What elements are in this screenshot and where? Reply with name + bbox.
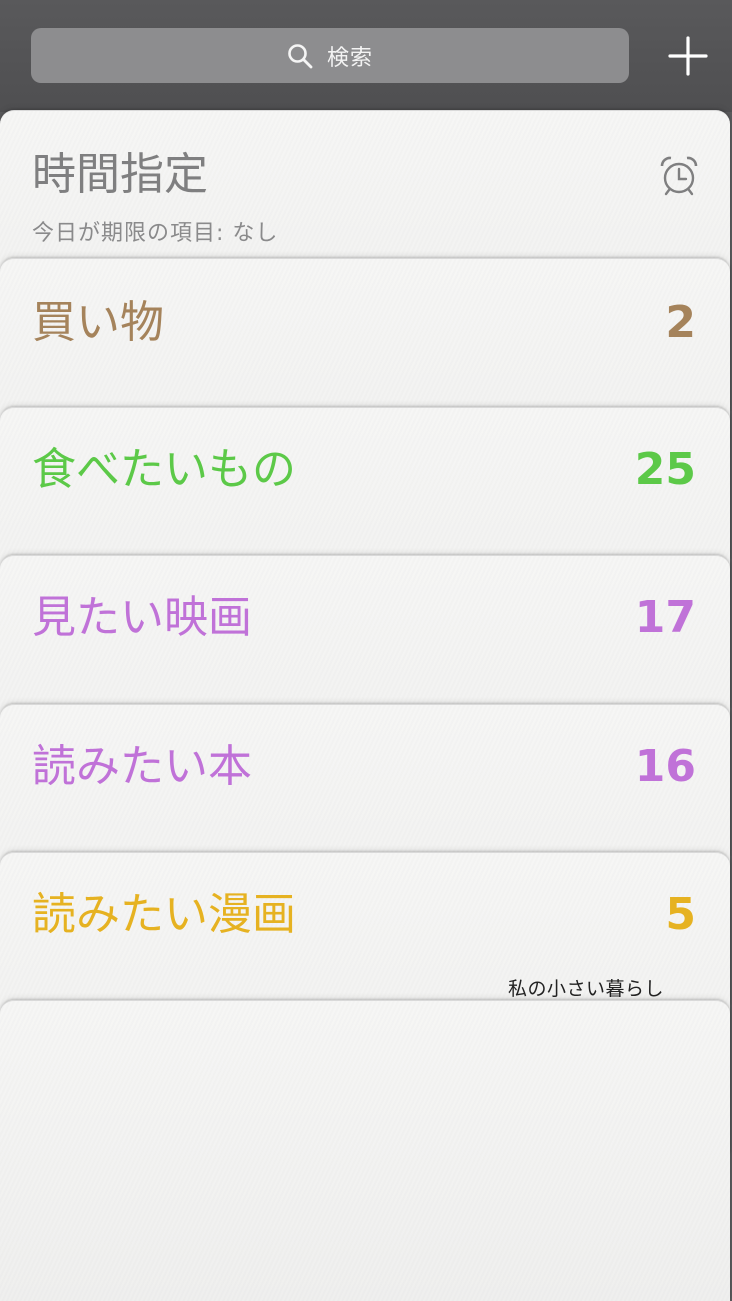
- list-title: 食べたいもの: [32, 444, 296, 495]
- list-title: 見たい映画: [32, 592, 252, 643]
- list-title: 買い物: [32, 297, 164, 348]
- list-count: 2: [665, 297, 696, 348]
- plus-icon: [668, 36, 708, 76]
- alarm-clock-icon: [660, 156, 698, 196]
- search-field[interactable]: 検索: [31, 28, 629, 83]
- list-count: 16: [634, 741, 696, 792]
- list-count: 17: [634, 592, 696, 643]
- scheduled-title: 時間指定: [32, 149, 208, 200]
- scheduled-subtitle: 今日が期限の項目: なし: [32, 221, 279, 246]
- search-placeholder: 検索: [326, 45, 373, 71]
- add-list-button[interactable]: [668, 36, 708, 76]
- top-bar: 検索: [0, 0, 732, 112]
- list-stack: 時間指定 今日が期限の項目: なし 買い物 2 食べたいもの 25 見たい映画 …: [0, 110, 732, 1301]
- list-title: 読みたい本: [32, 741, 252, 792]
- watermark-text: 私の小さい暮らし: [508, 978, 665, 1000]
- search-icon: [288, 43, 313, 68]
- list-count: 25: [634, 444, 696, 495]
- list-title: 読みたい漫画: [32, 889, 296, 940]
- list-item-partial[interactable]: [0, 1000, 730, 1301]
- list-count: 5: [665, 889, 696, 940]
